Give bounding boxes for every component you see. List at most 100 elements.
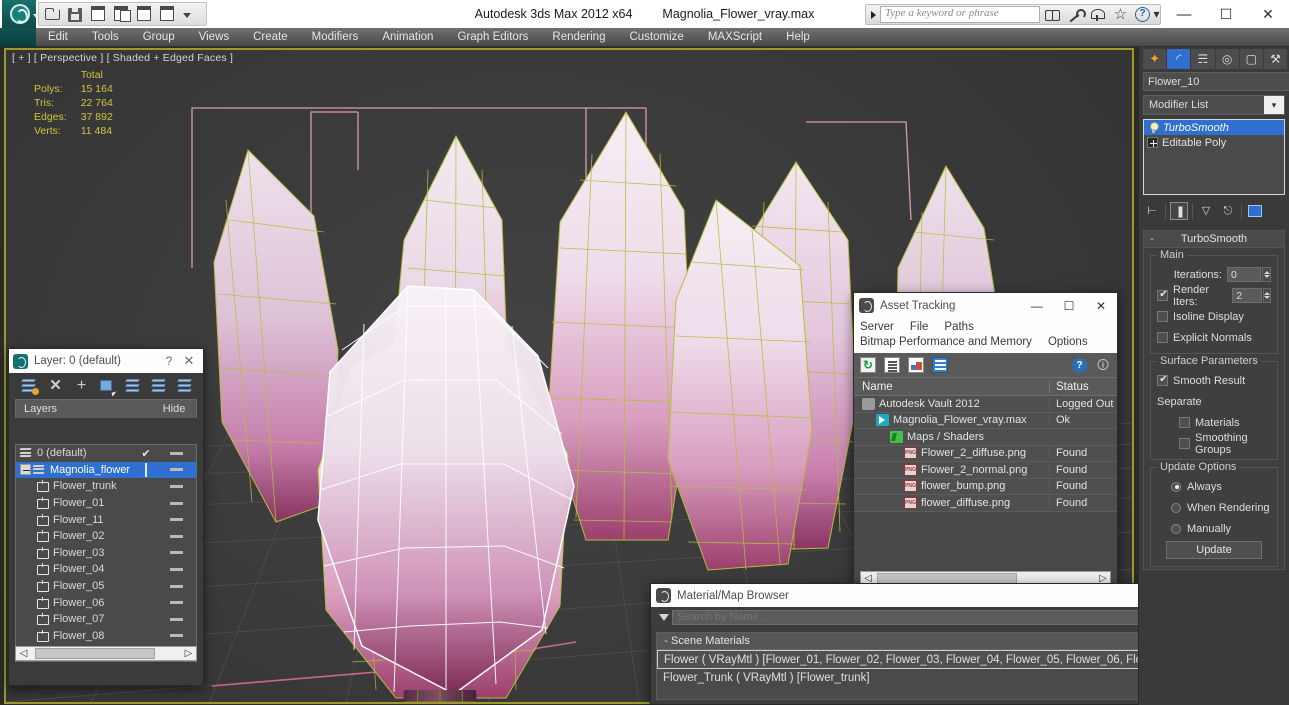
thumbnail-view-icon[interactable] [908,357,924,373]
scroll-thumb[interactable] [35,648,155,659]
hierarchy-tab[interactable]: ☴ [1191,49,1215,69]
window2-icon[interactable] [160,6,177,23]
asset-row[interactable]: Flower_2_diffuse.png Found [854,446,1117,462]
display-tab[interactable]: ▢ [1239,49,1263,69]
infocenter-expand-icon[interactable] [866,5,880,24]
asset-maximize-button[interactable]: ☐ [1053,293,1085,318]
manually-radio[interactable] [1171,523,1181,534]
chevron-down-icon[interactable]: ▾ [1264,96,1284,114]
asset-row[interactable]: Magnolia_Flower_vray.max Ok [854,413,1117,429]
menu-item-help[interactable]: Help [774,28,822,47]
expand-collapse-icon[interactable] [20,464,31,476]
layer-active-cell[interactable] [136,462,156,477]
layer-row[interactable]: Flower_11 [16,511,196,528]
modifier-list-dropdown[interactable]: Modifier List ▾ [1143,95,1285,115]
menu-item-modifiers[interactable]: Modifiers [300,28,371,47]
layer-active-cell[interactable]: ✔ [136,447,156,460]
layer-row[interactable]: Flower_05 [16,578,196,595]
make-unique-icon[interactable]: ▽ [1197,202,1215,220]
menu-item-group[interactable]: Group [131,28,187,47]
asset-menu-server[interactable]: Server [860,321,894,333]
smoothing-groups-checkbox[interactable] [1179,438,1190,449]
search-binoculars-icon[interactable] [1041,5,1062,24]
layer-close-button[interactable]: ✕ [179,353,199,369]
help-icon[interactable]: ? [1135,7,1150,22]
scroll-right-arrow[interactable]: ▷ [181,648,196,659]
layer-hide-cell[interactable] [156,484,196,488]
expand-plus-icon[interactable] [1147,137,1158,148]
select-objects-icon[interactable] [125,378,142,394]
layer-hide-cell[interactable] [156,518,196,522]
layer-hide-cell[interactable] [156,468,196,472]
viewport-label[interactable]: [ + ] [ Perspective ] [ Shaded + Edged F… [12,52,233,64]
layer-hide-cell[interactable] [156,584,196,588]
rollout-header[interactable]: - TurboSmooth [1144,231,1284,248]
render-iters-spinner[interactable] [1263,288,1271,303]
app-logo[interactable] [2,0,39,28]
menu-item-edit[interactable]: Edit [36,28,80,47]
new-window-icon[interactable] [91,6,108,23]
asset-row[interactable]: flower_bump.png Found [854,479,1117,495]
scroll-left-arrow[interactable]: ◁ [16,648,31,659]
layer-hide-cell[interactable] [156,534,196,538]
remove-modifier-icon[interactable]: ⎋ [1219,202,1237,220]
modifier-stack-item-turbosmooth[interactable]: TurboSmooth [1144,120,1284,135]
smooth-result-checkbox[interactable] [1157,374,1169,386]
layer-hide-cell[interactable] [156,501,196,505]
asset-row-list[interactable]: Autodesk Vault 2012 Logged Out ... Magnoli… [854,396,1117,512]
wrench-icon[interactable] [1064,5,1086,24]
delete-layer-icon[interactable]: ✕ [47,378,64,394]
minimize-button[interactable]: — [1163,0,1205,28]
layer-row[interactable]: Flower_trunk [16,478,196,495]
open-file-icon[interactable] [45,6,62,23]
layer-hide-cell[interactable] [156,617,196,621]
rollout-collapse-icon[interactable]: - [1144,233,1160,245]
layer-row[interactable]: Magnolia_flower [16,461,196,479]
asset-menu-bitmap-performance[interactable]: Bitmap Performance and Memory [860,336,1032,348]
layer-horizontal-scrollbar[interactable]: ◁ ▷ [15,646,197,661]
layer-row[interactable]: Flower_08 [16,628,196,645]
isoline-display-checkbox[interactable] [1157,311,1168,322]
iterations-spinner[interactable] [1262,267,1271,282]
layer-explorer-window[interactable]: Layer: 0 (default) ? ✕ ✕ + Layers Hide 0… [8,348,204,686]
explicit-normals-checkbox[interactable] [1157,332,1168,343]
help-icon[interactable]: ? [1072,357,1087,373]
when-rendering-radio[interactable] [1171,502,1181,513]
add-selection-icon[interactable]: + [73,378,90,394]
show-end-result-icon[interactable] [1170,202,1188,220]
asset-tracking-title-bar[interactable]: Asset Tracking — ☐ ✕ [854,293,1117,318]
modifier-stack-item-editable-poly[interactable]: Editable Poly [1144,135,1284,150]
save-file-icon[interactable] [68,6,85,23]
menu-item-tools[interactable]: Tools [80,28,131,47]
dropdown-dot-icon[interactable]: ▾ [1153,5,1160,24]
asset-row[interactable]: Flower_2_normal.png Found [854,462,1117,479]
layer-row[interactable]: 0 (default) ✔ [16,445,196,462]
maximize-button[interactable]: ☐ [1205,0,1247,28]
layer-hide-cell[interactable] [156,451,196,455]
update-button[interactable]: Update [1166,541,1262,559]
modifier-stack[interactable]: TurboSmooth Editable Poly [1143,119,1285,195]
layer-row[interactable]: Flower_01 [16,495,196,512]
select-highlighted-icon[interactable] [99,378,118,397]
grid-view-icon[interactable] [932,357,948,373]
layer-row[interactable]: Flower_07 [16,611,196,628]
layer-row[interactable]: Flower_02 [16,528,196,545]
layer-row[interactable]: Flower_03 [16,545,196,562]
collapse-icon[interactable]: - [661,635,671,647]
subscription-dish-icon[interactable] [1087,5,1108,24]
favorites-star-icon[interactable]: ☆ [1110,5,1131,24]
asset-close-button[interactable]: ✕ [1085,293,1117,318]
object-name-input[interactable] [1143,72,1289,91]
menu-item-animation[interactable]: Animation [370,28,445,47]
layer-hide-cell[interactable] [156,551,196,555]
highlight-selected-icon[interactable] [151,378,168,394]
window-icon[interactable] [137,6,154,23]
asset-minimize-button[interactable]: — [1021,293,1053,318]
layer-help-button[interactable]: ? [159,354,179,368]
layer-hide-cell[interactable] [156,567,196,571]
layer-active-checkbox[interactable] [145,462,147,477]
menu-item-create[interactable]: Create [241,28,300,47]
always-radio[interactable] [1171,481,1181,492]
menu-item-maxscript[interactable]: MAXScript [696,28,774,47]
asset-menu-paths[interactable]: Paths [944,321,973,333]
